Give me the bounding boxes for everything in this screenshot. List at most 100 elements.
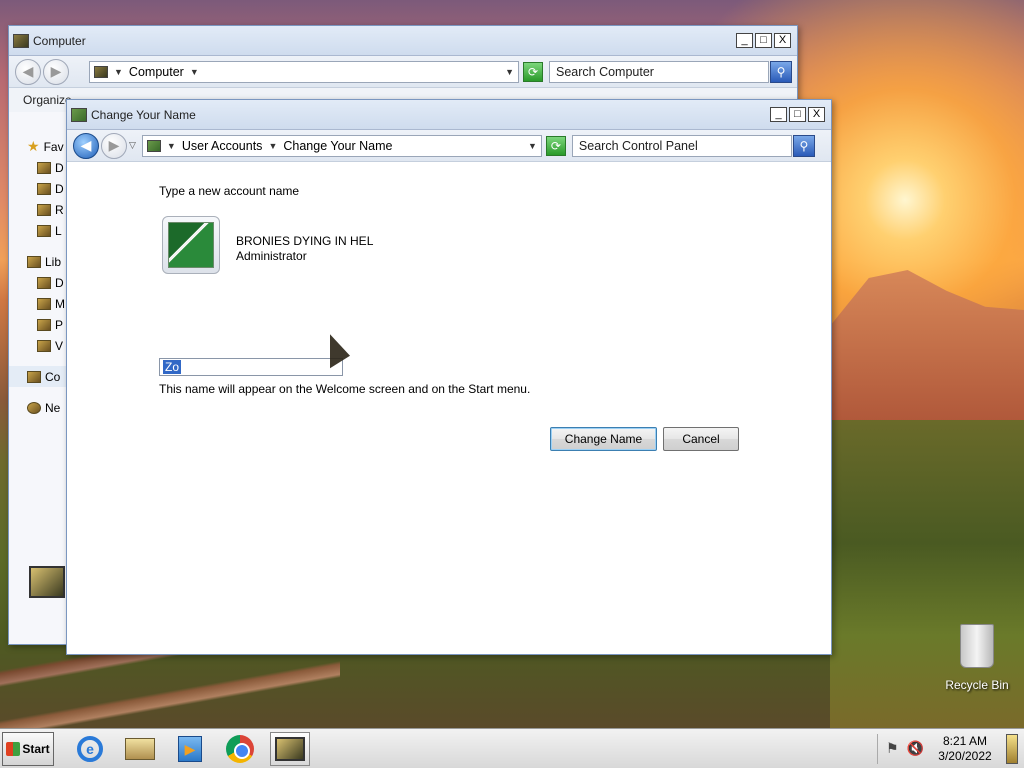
clock-time: 8:21 AM — [942, 733, 988, 748]
search-computer-placeholder: Search Computer — [556, 64, 654, 79]
address-history-dropdown[interactable]: ▼ — [505, 67, 514, 77]
star-icon: ★ — [27, 138, 40, 154]
nav-libraries[interactable]: Lib — [9, 251, 69, 272]
computer-small-icon — [94, 65, 108, 78]
nav-computer[interactable]: Co — [9, 366, 69, 387]
recent-pages-dropdown[interactable]: ▽ — [129, 140, 136, 151]
nav-item[interactable]: D — [9, 157, 69, 178]
windows-logo-icon — [6, 741, 21, 756]
breadcrumb-change-your-name[interactable]: Change Your Name — [283, 139, 392, 153]
refresh-icon[interactable]: ⟳ — [523, 61, 543, 82]
minimize-button[interactable]: _ — [736, 33, 753, 48]
taskbar-chrome[interactable] — [220, 732, 260, 766]
chevron-down-icon[interactable]: ▼ — [167, 141, 176, 151]
internet-explorer-icon: e — [77, 735, 103, 762]
folder-icon — [37, 276, 51, 289]
chevron-right-icon[interactable]: ▼ — [114, 67, 123, 77]
control-panel-address-field[interactable]: ▼ User Accounts ▼ Change Your Name ▼ — [141, 134, 542, 157]
cancel-button[interactable]: Cancel — [663, 427, 739, 451]
wallpaper-mountain — [830, 270, 1024, 422]
nav-favorites[interactable]: ★ Fav — [9, 136, 69, 157]
recycle-bin[interactable]: Recycle Bin — [940, 624, 1014, 694]
refresh-icon[interactable]: ⟳ — [545, 135, 566, 156]
search-icon[interactable]: ⚲ — [770, 60, 792, 83]
maximize-button[interactable]: □ — [755, 33, 772, 48]
nav-network[interactable]: Ne — [9, 397, 69, 418]
taskbar-computer[interactable] — [270, 731, 310, 766]
address-computer[interactable]: Computer — [129, 65, 184, 79]
nav-item[interactable]: L — [9, 220, 69, 241]
navigation-pane: ★ Fav D D R L Lib D M P V Co Ne — [9, 136, 69, 418]
computer-address-bar: ◀ ▶ ▼ Computer ▼ ▼ ⟳ Search Computer ⚲ — [9, 56, 797, 88]
control-panel-address-bar: ◀ ▶ ▽ ▼ User Accounts ▼ Change Your Name… — [67, 130, 831, 162]
computer-icon — [27, 370, 41, 383]
media-player-icon: ▶ — [178, 735, 202, 762]
computer-window-title: Computer — [33, 33, 86, 48]
maximize-button[interactable]: □ — [789, 107, 806, 122]
avatar — [162, 216, 220, 274]
folder-icon — [37, 339, 51, 352]
taskbar-media-player[interactable]: ▶ — [170, 732, 210, 766]
back-button[interactable]: ◀ — [73, 132, 99, 159]
chevron-down-icon[interactable]: ▼ — [190, 67, 199, 77]
show-desktop-button[interactable] — [1006, 733, 1018, 764]
page-title: Type a new account name — [159, 184, 300, 198]
computer-large-icon — [29, 566, 65, 598]
nav-item[interactable]: V — [9, 335, 69, 356]
taskbar-file-explorer[interactable] — [120, 732, 160, 766]
clock[interactable]: 8:21 AM 3/20/2022 — [932, 734, 998, 764]
change-name-content: Type a new account name BRONIES DYING IN… — [67, 162, 831, 656]
taskbar-internet-explorer[interactable]: e — [70, 732, 110, 766]
system-tray: ⚑ 🔇 8:21 AM 3/20/2022 — [877, 732, 1024, 766]
control-panel-icon — [146, 139, 161, 152]
nav-item[interactable]: D — [9, 272, 69, 293]
user-accounts-icon — [71, 107, 87, 122]
user-picture-icon — [168, 222, 214, 268]
start-label: Start — [22, 741, 50, 756]
address-history-dropdown[interactable]: ▼ — [528, 141, 537, 151]
close-button[interactable]: X — [808, 107, 825, 122]
account-name: BRONIES DYING IN HEL — [236, 234, 374, 248]
network-icon — [27, 401, 41, 414]
minimize-button[interactable]: _ — [770, 107, 787, 122]
computer-address-field[interactable]: ▼ Computer ▼ ▼ — [89, 60, 519, 83]
computer-icon — [275, 736, 305, 761]
action-center-flag-icon[interactable]: ⚑ — [886, 740, 899, 757]
account-role: Administrator — [236, 249, 307, 263]
user-info: BRONIES DYING IN HEL Administrator — [236, 234, 373, 264]
back-button[interactable]: ◀ — [15, 58, 41, 85]
forward-button[interactable]: ▶ — [43, 58, 69, 85]
change-name-window: Change Your Name _ □ X ◀ ▶ ▽ ▼ User Acco… — [66, 99, 832, 655]
search-control-panel-input[interactable]: Search Control Panel ⚲ — [571, 134, 815, 157]
nav-item[interactable]: M — [9, 293, 69, 314]
folder-icon — [37, 182, 51, 195]
new-name-input[interactable]: Zo — [159, 358, 343, 376]
volume-muted-icon[interactable]: 🔇 — [907, 740, 924, 757]
change-name-button[interactable]: Change Name — [550, 427, 657, 451]
recycle-bin-icon — [960, 624, 994, 668]
breadcrumb-user-accounts[interactable]: User Accounts — [182, 139, 263, 153]
close-button[interactable]: X — [774, 33, 791, 48]
computer-titlebar[interactable]: Computer _ □ X — [9, 26, 797, 56]
tray-separator — [877, 733, 878, 764]
search-computer-input[interactable]: Search Computer ⚲ — [549, 60, 792, 83]
computer-icon — [13, 33, 29, 48]
taskbar: Start e ▶ ⚑ 🔇 8:21 AM 3/20/2022 — [0, 728, 1024, 768]
search-icon[interactable]: ⚲ — [792, 134, 815, 157]
chrome-icon — [226, 734, 254, 763]
change-name-titlebar[interactable]: Change Your Name _ □ X — [67, 100, 831, 130]
clock-date: 3/20/2022 — [938, 748, 992, 763]
nav-item[interactable]: P — [9, 314, 69, 335]
folder-icon — [37, 161, 51, 174]
chevron-down-icon[interactable]: ▼ — [268, 141, 277, 151]
recycle-bin-label: Recycle Bin — [945, 678, 1009, 692]
name-hint: This name will appear on the Welcome scr… — [159, 382, 531, 396]
change-name-window-title: Change Your Name — [91, 107, 196, 122]
folder-icon — [37, 224, 51, 237]
forward-button[interactable]: ▶ — [101, 132, 127, 159]
start-button[interactable]: Start — [2, 731, 54, 766]
nav-item[interactable]: D — [9, 178, 69, 199]
nav-item[interactable]: R — [9, 199, 69, 220]
file-explorer-icon — [125, 737, 155, 760]
search-control-panel-placeholder: Search Control Panel — [578, 138, 698, 153]
